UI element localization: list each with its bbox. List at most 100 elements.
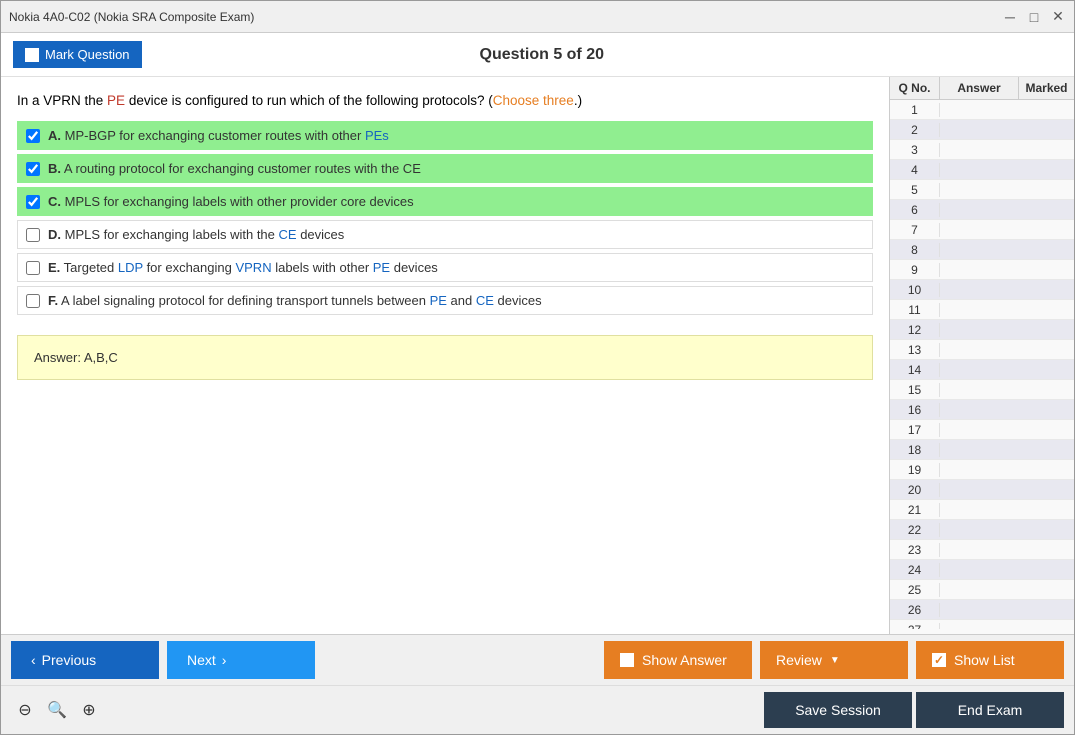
- zoom-reset-icon: 🔍: [47, 700, 67, 720]
- sidebar-row[interactable]: 21: [890, 500, 1074, 520]
- show-answer-square-icon: [620, 653, 634, 667]
- sidebar-row[interactable]: 3: [890, 140, 1074, 160]
- option-f[interactable]: F. A label signaling protocol for defini…: [17, 286, 873, 315]
- question-text-mid: device is configured to run which of the…: [125, 93, 493, 108]
- sidebar-row[interactable]: 6: [890, 200, 1074, 220]
- sidebar-row[interactable]: 14: [890, 360, 1074, 380]
- next-label: Next: [187, 652, 216, 668]
- sidebar-row[interactable]: 20: [890, 480, 1074, 500]
- sidebar-cell-qno: 23: [890, 543, 940, 557]
- next-button[interactable]: Next ›: [167, 641, 315, 679]
- review-arrow-icon: ▼: [830, 655, 840, 666]
- sidebar-row[interactable]: 4: [890, 160, 1074, 180]
- sidebar-cell-qno: 22: [890, 523, 940, 537]
- review-button[interactable]: Review ▼: [760, 641, 908, 679]
- window-controls: ─ □ ✕: [1002, 9, 1066, 25]
- sidebar-cell-qno: 6: [890, 203, 940, 217]
- mark-question-label: Mark Question: [45, 47, 130, 62]
- sidebar-row[interactable]: 2: [890, 120, 1074, 140]
- sidebar-cell-qno: 14: [890, 363, 940, 377]
- sidebar-row[interactable]: 9: [890, 260, 1074, 280]
- sidebar-row[interactable]: 27: [890, 620, 1074, 629]
- sidebar-marked-header: Marked: [1019, 77, 1074, 99]
- question-text-suffix: .): [574, 93, 582, 108]
- sidebar-row[interactable]: 13: [890, 340, 1074, 360]
- sidebar-rows: 1 2 3 4 5 6 7 8: [890, 100, 1074, 629]
- option-d-checkbox[interactable]: [26, 228, 40, 242]
- next-arrow-icon: ›: [222, 652, 227, 668]
- zoom-in-button[interactable]: ⊕: [75, 696, 103, 724]
- option-e[interactable]: E. Targeted LDP for exchanging VPRN labe…: [17, 253, 873, 282]
- sidebar-row[interactable]: 17: [890, 420, 1074, 440]
- zoom-row: ⊖ 🔍 ⊕ Save Session End Exam: [1, 686, 1074, 734]
- sidebar-row[interactable]: 10: [890, 280, 1074, 300]
- sidebar-cell-qno: 18: [890, 443, 940, 457]
- sidebar-header: Q No. Answer Marked: [890, 77, 1074, 100]
- sidebar-row[interactable]: 7: [890, 220, 1074, 240]
- sidebar-cell-qno: 8: [890, 243, 940, 257]
- options-list: A. MP-BGP for exchanging customer routes…: [17, 121, 873, 315]
- option-c[interactable]: C. MPLS for exchanging labels with other…: [17, 187, 873, 216]
- end-exam-button[interactable]: End Exam: [916, 692, 1064, 728]
- show-answer-button[interactable]: Show Answer: [604, 641, 752, 679]
- show-list-check-icon: ✓: [932, 653, 946, 667]
- maximize-button[interactable]: □: [1026, 9, 1042, 25]
- save-session-button[interactable]: Save Session: [764, 692, 912, 728]
- option-a[interactable]: A. MP-BGP for exchanging customer routes…: [17, 121, 873, 150]
- title-bar: Nokia 4A0-C02 (Nokia SRA Composite Exam)…: [1, 1, 1074, 33]
- sidebar-cell-qno: 11: [890, 303, 940, 317]
- question-pe: PE: [107, 93, 125, 108]
- option-b-checkbox[interactable]: [26, 162, 40, 176]
- sidebar-row[interactable]: 18: [890, 440, 1074, 460]
- option-b[interactable]: B. A routing protocol for exchanging cus…: [17, 154, 873, 183]
- sidebar-row[interactable]: 24: [890, 560, 1074, 580]
- zoom-out-button[interactable]: ⊖: [11, 696, 39, 724]
- sidebar-row[interactable]: 16: [890, 400, 1074, 420]
- option-d-label: D. MPLS for exchanging labels with the C…: [48, 227, 344, 242]
- mark-checkbox-icon: [25, 48, 39, 62]
- mark-question-button[interactable]: Mark Question: [13, 41, 142, 68]
- sidebar-row[interactable]: 1: [890, 100, 1074, 120]
- sidebar-cell-qno: 21: [890, 503, 940, 517]
- sidebar-cell-qno: 15: [890, 383, 940, 397]
- sidebar-row[interactable]: 26: [890, 600, 1074, 620]
- sidebar-cell-qno: 7: [890, 223, 940, 237]
- sidebar-cell-qno: 25: [890, 583, 940, 597]
- option-f-label: F. A label signaling protocol for defini…: [48, 293, 542, 308]
- sidebar-row[interactable]: 22: [890, 520, 1074, 540]
- option-c-label: C. MPLS for exchanging labels with other…: [48, 194, 414, 209]
- close-button[interactable]: ✕: [1050, 9, 1066, 25]
- question-list-sidebar: Q No. Answer Marked 1 2 3 4 5 6: [889, 77, 1074, 634]
- sidebar-row[interactable]: 11: [890, 300, 1074, 320]
- main-area: In a VPRN the PE device is configured to…: [1, 77, 1074, 634]
- zoom-reset-button[interactable]: 🔍: [43, 696, 71, 724]
- sidebar-cell-qno: 20: [890, 483, 940, 497]
- sidebar-row[interactable]: 8: [890, 240, 1074, 260]
- option-a-checkbox[interactable]: [26, 129, 40, 143]
- option-f-checkbox[interactable]: [26, 294, 40, 308]
- sidebar-row[interactable]: 15: [890, 380, 1074, 400]
- question-text: In a VPRN the PE device is configured to…: [17, 91, 873, 111]
- show-list-label: Show List: [954, 652, 1015, 668]
- window-title: Nokia 4A0-C02 (Nokia SRA Composite Exam): [9, 10, 254, 24]
- content-area: In a VPRN the PE device is configured to…: [1, 77, 889, 634]
- sidebar-row[interactable]: 5: [890, 180, 1074, 200]
- sidebar-row[interactable]: 12: [890, 320, 1074, 340]
- minimize-button[interactable]: ─: [1002, 9, 1018, 25]
- sidebar-row[interactable]: 19: [890, 460, 1074, 480]
- prev-arrow-icon: ‹: [31, 652, 36, 668]
- sidebar-cell-qno: 26: [890, 603, 940, 617]
- option-d[interactable]: D. MPLS for exchanging labels with the C…: [17, 220, 873, 249]
- sidebar-row[interactable]: 23: [890, 540, 1074, 560]
- show-list-button[interactable]: ✓ Show List: [916, 641, 1064, 679]
- sidebar-row[interactable]: 25: [890, 580, 1074, 600]
- review-label: Review: [776, 652, 822, 668]
- previous-button[interactable]: ‹ Previous: [11, 641, 159, 679]
- sidebar-cell-qno: 27: [890, 623, 940, 630]
- sidebar-cell-qno: 10: [890, 283, 940, 297]
- option-c-checkbox[interactable]: [26, 195, 40, 209]
- zoom-out-icon: ⊖: [18, 700, 31, 720]
- option-e-checkbox[interactable]: [26, 261, 40, 275]
- question-title: Question 5 of 20: [480, 46, 604, 64]
- option-a-label: A. MP-BGP for exchanging customer routes…: [48, 128, 389, 143]
